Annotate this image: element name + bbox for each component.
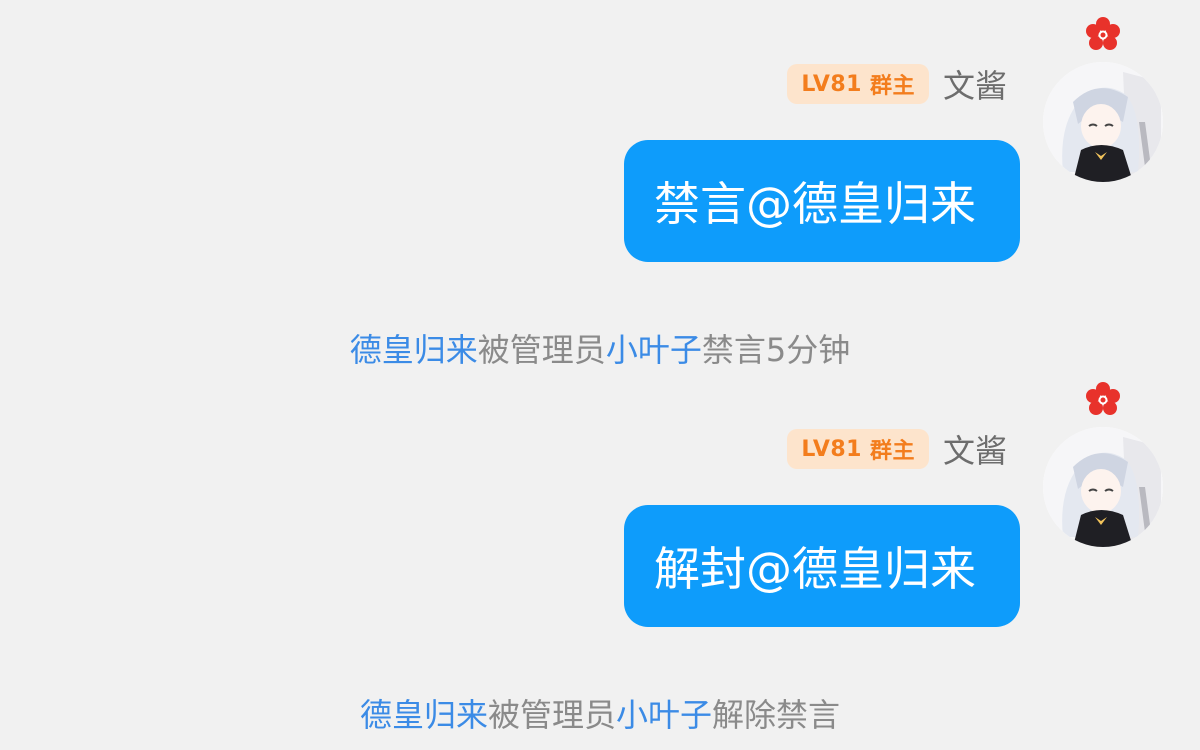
flower-icon [1086, 17, 1120, 50]
flower-icon [1086, 382, 1120, 415]
sender-name[interactable]: 文酱 [943, 61, 1007, 107]
sender-row: LV81 群主 文酱 [787, 427, 1007, 471]
avatar[interactable] [1043, 62, 1163, 182]
sender-name[interactable]: 文酱 [943, 426, 1007, 472]
message-bubble[interactable]: 解封@德皇归来 [624, 505, 1020, 627]
level-badge: LV81 群主 [787, 64, 929, 104]
message-bubble[interactable]: 禁言@德皇归来 [624, 140, 1020, 262]
avatar[interactable] [1043, 427, 1163, 547]
user-link[interactable]: 德皇归来 [360, 696, 488, 734]
system-notice: 德皇归来被管理员小叶子解除禁言 [359, 696, 841, 734]
admin-link[interactable]: 小叶子 [606, 331, 702, 369]
admin-link[interactable]: 小叶子 [616, 696, 712, 734]
level-badge: LV81 群主 [787, 429, 929, 469]
user-link[interactable]: 德皇归来 [350, 331, 478, 369]
system-notice: 德皇归来被管理员小叶子禁言5分钟 [349, 331, 851, 369]
sender-row: LV81 群主 文酱 [787, 62, 1007, 106]
chat-window: LV81 群主 文酱 禁言@德皇归来 德皇归来被管理员小叶子禁言5分钟 LV81… [0, 0, 1200, 750]
